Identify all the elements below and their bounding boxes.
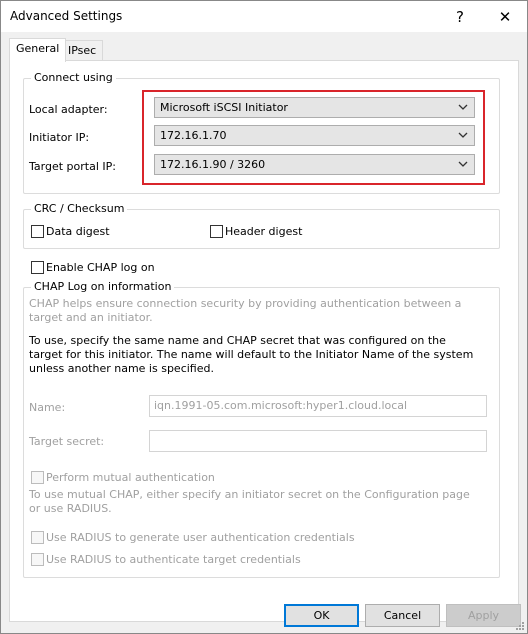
header-digest-checkbox[interactable] bbox=[210, 225, 223, 238]
connect-using-title: Connect using bbox=[31, 71, 116, 84]
chap-help-text: CHAP helps ensure connection security by… bbox=[29, 297, 462, 324]
enable-chap-checkbox[interactable] bbox=[31, 261, 44, 274]
initiator-ip-label: Initiator IP: bbox=[29, 131, 90, 144]
apply-button[interactable]: Apply bbox=[446, 604, 521, 627]
help-button[interactable]: ? bbox=[445, 5, 475, 29]
data-digest-checkbox[interactable] bbox=[31, 225, 44, 238]
window-title: Advanced Settings bbox=[10, 9, 123, 23]
radius-user-checkbox[interactable] bbox=[31, 531, 44, 544]
local-adapter-label: Local adapter: bbox=[29, 103, 108, 116]
target-secret-input[interactable] bbox=[149, 430, 487, 452]
enable-chap-label[interactable]: Enable CHAP log on bbox=[46, 261, 155, 274]
cancel-button[interactable]: Cancel bbox=[365, 604, 440, 627]
mutual-auth-label: Perform mutual authentication bbox=[46, 471, 215, 484]
target-secret-label: Target secret: bbox=[29, 435, 105, 448]
close-button[interactable]: ✕ bbox=[490, 5, 520, 29]
radius-target-label: Use RADIUS to authenticate target creden… bbox=[46, 553, 301, 566]
ok-button[interactable]: OK bbox=[284, 604, 359, 627]
data-digest-label[interactable]: Data digest bbox=[46, 225, 110, 238]
chap-info-title: CHAP Log on information bbox=[31, 280, 175, 293]
radius-user-label: Use RADIUS to generate user authenticati… bbox=[46, 531, 355, 544]
tab-general[interactable]: General bbox=[9, 38, 67, 62]
tab-ipsec[interactable]: IPsec bbox=[61, 40, 104, 62]
chap-instructions-text: To use, specify the same name and CHAP s… bbox=[29, 334, 474, 375]
resize-grip-icon[interactable] bbox=[515, 621, 525, 631]
target-portal-label: Target portal IP: bbox=[29, 160, 116, 173]
crc-checksum-title: CRC / Checksum bbox=[31, 202, 128, 215]
header-digest-label[interactable]: Header digest bbox=[225, 225, 302, 238]
chap-name-label: Name: bbox=[29, 401, 66, 414]
annotation-highlight-box bbox=[142, 90, 485, 185]
chap-name-input[interactable]: iqn.1991-05.com.microsoft:hyper1.cloud.l… bbox=[149, 395, 487, 417]
mutual-auth-checkbox[interactable] bbox=[31, 471, 44, 484]
radius-target-checkbox[interactable] bbox=[31, 553, 44, 566]
title-bar: Advanced Settings ? ✕ bbox=[1, 1, 527, 32]
mutual-help-text: To use mutual CHAP, either specify an in… bbox=[29, 488, 470, 515]
advanced-settings-dialog: Advanced Settings ? ✕ General IPsec Conn… bbox=[0, 0, 528, 634]
